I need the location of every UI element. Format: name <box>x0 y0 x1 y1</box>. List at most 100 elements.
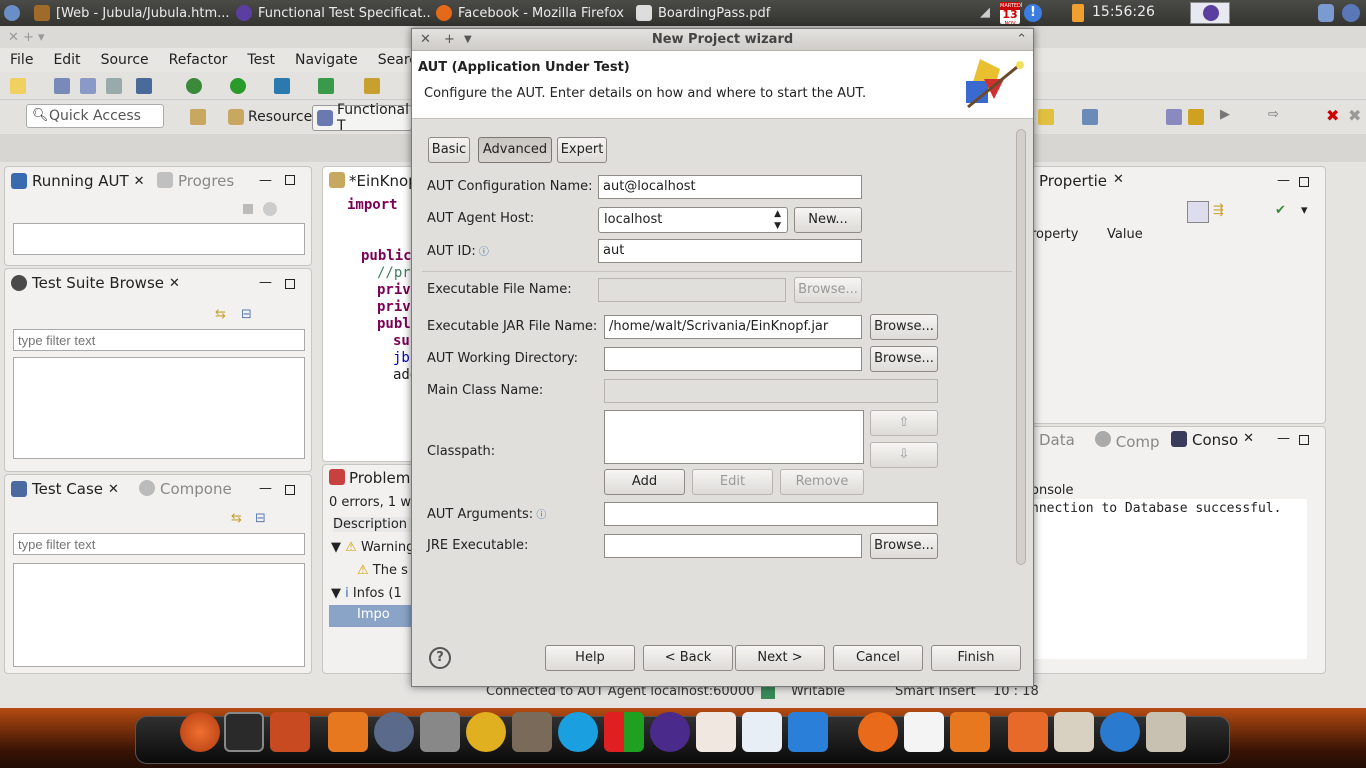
save-all-icon[interactable] <box>80 78 96 94</box>
help-icon[interactable]: ? <box>429 647 451 669</box>
minimize-icon[interactable]: — <box>259 275 272 290</box>
calculator-icon[interactable] <box>420 712 460 752</box>
wifi-icon[interactable]: ◢ <box>980 5 990 20</box>
open-perspective-icon[interactable] <box>190 109 206 125</box>
windows-icon[interactable] <box>604 712 644 752</box>
info-item-selected[interactable]: Impo <box>329 605 415 627</box>
jre-executable-field[interactable] <box>604 534 862 558</box>
clock[interactable]: 15:56:26 <box>1092 4 1155 20</box>
notification-icon[interactable]: ! <box>1024 4 1042 22</box>
open-type-icon[interactable] <box>364 78 380 94</box>
console-output[interactable]: nnection to Database successful. <box>1031 499 1307 659</box>
browse-jre-button[interactable]: Browse... <box>870 533 938 559</box>
calendar-icon[interactable]: MARTEDÌ 13 NOV <box>1000 2 1022 27</box>
tab-test-case[interactable]: Test Case ✕ <box>11 480 119 498</box>
trash-icon[interactable] <box>1146 712 1186 752</box>
working-directory-field[interactable] <box>604 347 862 371</box>
test-case-filter[interactable] <box>13 533 305 555</box>
toolbar-icon-b[interactable] <box>1082 109 1098 125</box>
menu-test[interactable]: Test <box>237 52 285 68</box>
menu-down-icon[interactable]: ▼ <box>464 29 472 51</box>
task-jubula-html[interactable]: [Web - Jubula/Jubula.htm... <box>34 3 234 23</box>
tab-progress[interactable]: Progres <box>157 172 234 190</box>
maximize-icon[interactable] <box>285 485 295 495</box>
external-tools-icon[interactable] <box>318 78 334 94</box>
warnings-group[interactable]: ▼ ⚠ Warning <box>331 540 414 555</box>
infos-group[interactable]: ▼ i Infos (1 <box>331 586 402 601</box>
print-icon[interactable] <box>106 78 122 94</box>
close-icon[interactable]: ✕ <box>420 29 431 51</box>
document-icon[interactable] <box>742 712 782 752</box>
maximize-icon[interactable] <box>285 175 295 185</box>
tab-advanced[interactable]: Advanced <box>478 137 552 163</box>
tab-console[interactable]: Conso ✕ <box>1171 431 1254 449</box>
tab-test-suite-browser[interactable]: Test Suite Browse ✕ <box>11 274 180 292</box>
stop-icon[interactable]: ✖ <box>1326 106 1339 125</box>
tab-problems[interactable]: Problems <box>329 469 418 487</box>
classpath-list[interactable] <box>604 410 864 464</box>
scrollbar[interactable] <box>1016 129 1026 565</box>
close-icon[interactable]: ✕ <box>1113 172 1124 190</box>
aut-config-name-field[interactable]: aut@localhost <box>598 175 862 199</box>
tab-comp[interactable]: Comp <box>1095 431 1160 451</box>
code-view[interactable]: import public //pri priv priv publ su jb… <box>347 197 419 384</box>
minimize-icon[interactable]: — <box>259 481 272 496</box>
power-icon[interactable] <box>1342 4 1360 22</box>
tab-properties[interactable]: Propertie ✕ <box>1039 172 1124 190</box>
aut-id-field[interactable]: aut <box>598 239 862 263</box>
maximize-icon[interactable] <box>285 279 295 289</box>
maximize-icon[interactable] <box>1299 435 1309 445</box>
tab-editor[interactable]: *EinKnop <box>329 172 418 190</box>
executable-jar-field[interactable]: /home/walt/Scrivania/EinKnopf.jar <box>604 315 862 339</box>
debug-icon[interactable] <box>186 78 202 94</box>
running-aut-list[interactable] <box>13 223 305 255</box>
test-suite-filter[interactable] <box>13 329 305 351</box>
teapot-icon[interactable] <box>466 712 506 752</box>
view-menu-icon[interactable]: ▾ <box>1301 203 1308 218</box>
help-button[interactable]: Help <box>545 645 635 671</box>
toolbar-icon-a[interactable] <box>1038 109 1054 125</box>
aut-arguments-field[interactable] <box>604 502 938 526</box>
collapse-all-icon[interactable]: ⊟ <box>255 511 266 526</box>
test-suite-tree[interactable] <box>13 357 305 459</box>
classpath-add-button[interactable]: Add <box>604 469 685 495</box>
back-button[interactable]: < Back <box>643 645 733 671</box>
dropbox-icon[interactable] <box>788 712 828 752</box>
minimize-icon[interactable]: — <box>1277 431 1290 446</box>
test-case-tree[interactable] <box>13 563 305 667</box>
save-as-icon[interactable] <box>136 78 152 94</box>
new-agent-button[interactable]: New... <box>794 207 862 233</box>
link-editor-icon[interactable]: ⇆ <box>231 511 242 526</box>
owl-icon[interactable] <box>374 712 414 752</box>
start-aut-icon[interactable] <box>263 202 277 216</box>
forward-icon[interactable]: ▶ <box>1220 107 1230 122</box>
finish-button[interactable]: Finish <box>931 645 1021 671</box>
aut-agent-host-select[interactable]: localhost ▲ ▼ <box>598 207 788 233</box>
filter-advanced-icon[interactable]: ⇶ <box>1213 203 1224 218</box>
link-editor-icon[interactable]: ⇆ <box>215 307 226 322</box>
save-icon[interactable] <box>54 78 70 94</box>
user-icon[interactable] <box>1318 4 1334 22</box>
run-icon[interactable] <box>230 78 246 94</box>
quick-access-field[interactable]: 🔍︎ Quick Access <box>26 104 164 128</box>
close-icon[interactable]: ✕ <box>108 482 119 497</box>
minimize-icon[interactable]: — <box>259 173 272 188</box>
perspective-functional-test[interactable]: Functional T <box>312 102 412 134</box>
files-icon[interactable] <box>1054 712 1094 752</box>
menu-source[interactable]: Source <box>91 52 159 68</box>
stop-aut-icon[interactable] <box>243 204 253 214</box>
maximize-icon[interactable] <box>1299 177 1309 187</box>
firefox-dock-icon[interactable] <box>858 712 898 752</box>
close-icon[interactable]: ✕ <box>169 276 180 291</box>
eclipse-dock-icon[interactable] <box>650 712 690 752</box>
toolbar-icon-c[interactable] <box>1166 109 1182 125</box>
software-center-icon[interactable] <box>270 712 310 752</box>
run-test-icon[interactable] <box>274 78 290 94</box>
menu-navigate[interactable]: Navigate <box>285 52 368 68</box>
pin-icon[interactable]: ✔ <box>1275 203 1286 218</box>
cancel-button[interactable]: Cancel <box>833 645 923 671</box>
tab-expert[interactable]: Expert <box>557 137 607 163</box>
tab-running-aut[interactable]: Running AUT ✕ <box>11 172 145 190</box>
collapse-all-icon[interactable]: ⊟ <box>241 307 252 322</box>
menu-refactor[interactable]: Refactor <box>159 52 238 68</box>
